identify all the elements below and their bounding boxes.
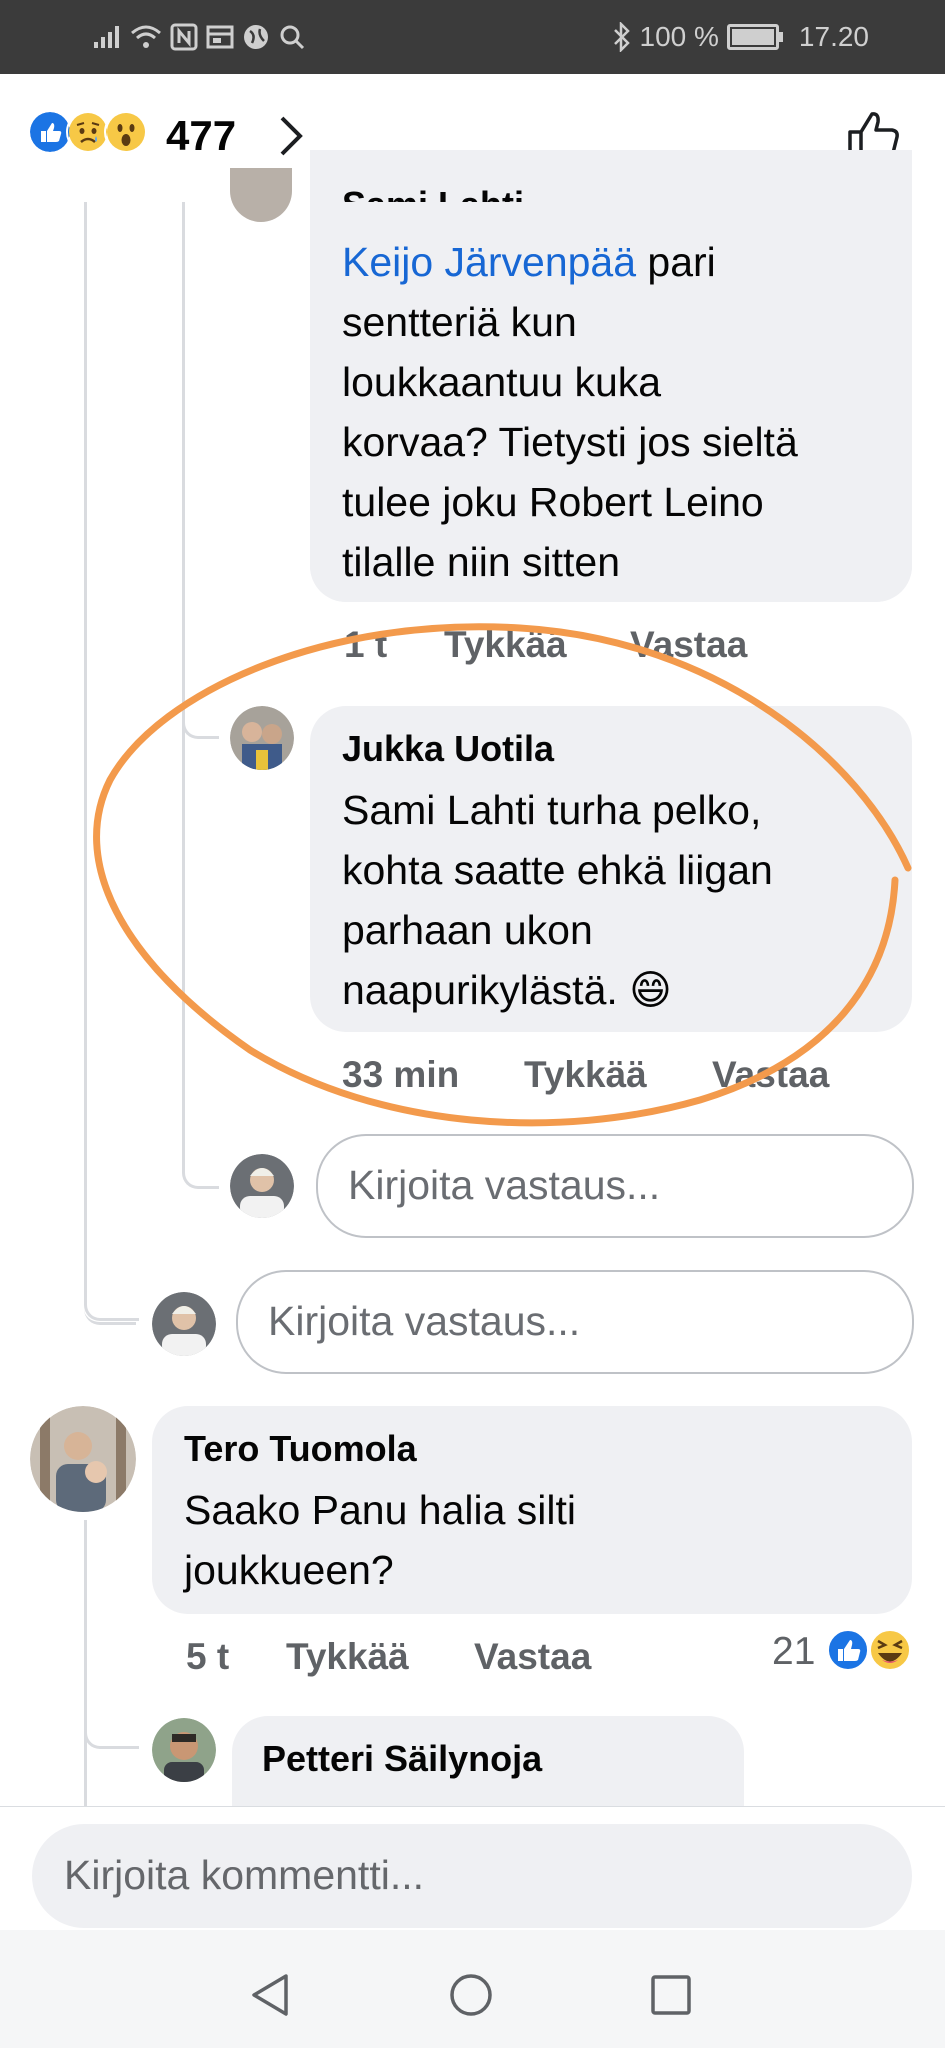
wifi-icon [131,25,161,48]
wow-reaction-icon [104,110,148,154]
avatar [152,1292,216,1356]
like-link[interactable]: Tykkää [444,624,567,666]
avatar[interactable] [152,1718,216,1782]
battery-icon [726,24,783,50]
comment-author[interactable]: Tero Tuomola [184,1428,417,1470]
comment-reaction-count[interactable]: 21 [772,1630,815,1674]
reaction-summary[interactable] [28,110,148,154]
mention-link[interactable]: Keijo Järvenpää [342,239,636,285]
signal-icon [94,26,119,48]
avatar[interactable] [30,1406,136,1512]
reply-link[interactable]: Vastaa [712,1054,829,1096]
home-circle-icon[interactable] [448,1972,494,2018]
comment-time: 1 t [344,624,388,665]
reply-input[interactable]: Kirjoita vastaus... [316,1134,914,1238]
comment-text-tero: Saako Panu halia silti joukkueen? [184,1487,577,1593]
comment-text-jukka: Sami Lahti turha pelko, kohta saatte ehk… [342,787,773,1013]
avatar[interactable] [230,168,292,222]
status-icons-right: 100 % 17.20 [612,18,869,56]
haha-reaction-icon [869,1629,911,1671]
comment-input-placeholder: Kirjoita kommentti... [64,1852,424,1898]
like-reaction-icon [827,1629,869,1671]
comment-text-sami: Keijo Järvenpää pari sentteriä kun loukk… [342,239,798,585]
sim-icon [206,25,234,49]
reply-input-placeholder: Kirjoita vastaus... [268,1298,581,1344]
reply-input[interactable]: Kirjoita vastaus... [236,1270,914,1374]
comment-author[interactable]: Jukka Uotila [342,728,554,770]
thread-hook-petteri [84,1700,139,1749]
reply-input-placeholder: Kirjoita vastaus... [348,1162,661,1208]
comment-time: 33 min [342,1054,460,1095]
status-bar: 100 % 17.20 [0,0,945,74]
like-link[interactable]: Tykkää [286,1636,409,1678]
back-triangle-icon[interactable] [248,1972,292,2018]
thread-line-main [84,202,87,1302]
comment-time: 5 t [186,1636,230,1677]
thread-hook-reply [182,1136,219,1189]
reply-link[interactable]: Vastaa [474,1636,591,1678]
thread-line-nested [182,202,185,1167]
status-icons-left [92,18,306,56]
clock: 17.20 [798,21,869,52]
recents-square-icon[interactable] [650,1974,692,2016]
thread-line-tero [84,1520,87,1806]
like-link[interactable]: Tykkää [524,1054,647,1096]
bluetooth-icon [613,22,630,52]
comment-author[interactable]: Sami Lahti [342,184,524,202]
comment-author-clip: Sami Lahti [310,150,912,202]
search-icon [280,25,305,50]
comment-author[interactable]: Petteri Säilynoja [262,1738,542,1780]
battery-percent: 100 % [639,21,719,52]
thread-hook-jukka [182,690,219,739]
globe-icon [244,25,268,49]
nfc-icon [170,23,198,51]
chevron-right-icon[interactable] [278,114,304,158]
avatar[interactable] [230,706,294,770]
reaction-count[interactable]: 477 [166,112,236,160]
avatar [230,1154,294,1218]
comment-input[interactable]: Kirjoita kommentti... [32,1824,912,1928]
thread-hook-reply-2 [84,1268,139,1321]
reply-link[interactable]: Vastaa [630,624,747,666]
